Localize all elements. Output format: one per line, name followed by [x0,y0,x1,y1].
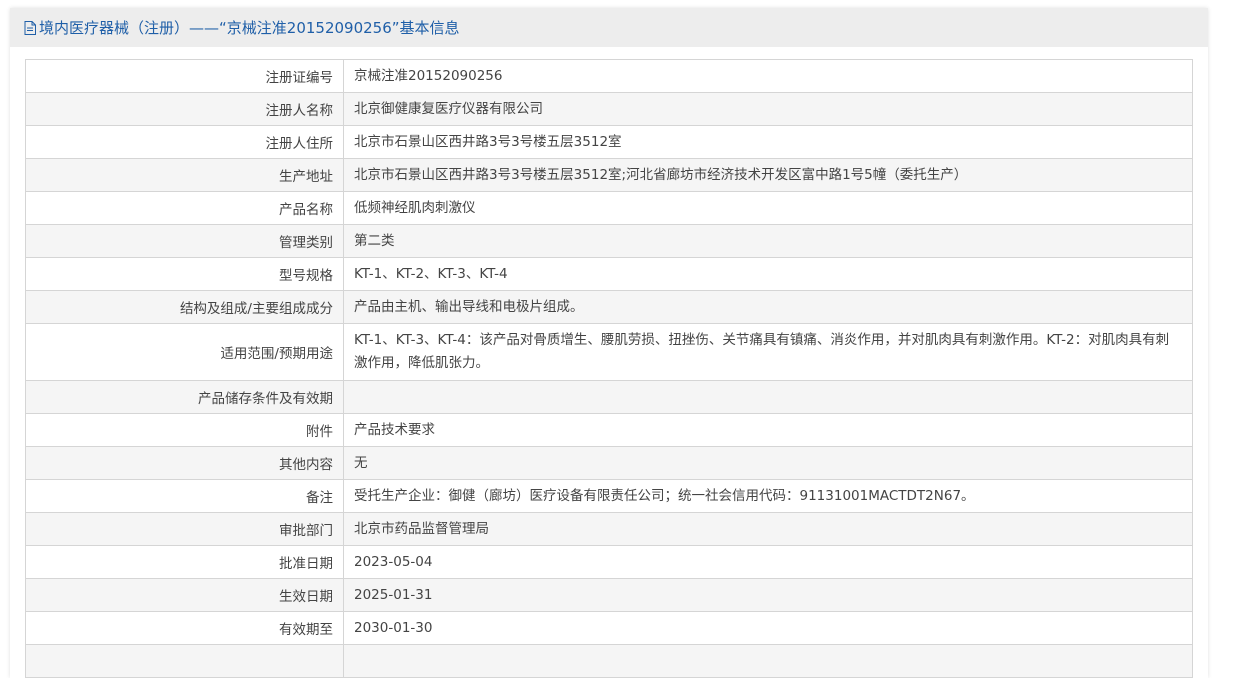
field-label: 型号规格 [25,257,344,291]
panel-header: 境内医疗器械（注册）——“京械注准20152090256”基本信息 [10,8,1208,47]
table-row: 备注 受托生产企业：御健（廊坊）医疗设备有限责任公司；统一社会信用代码：9113… [25,479,1193,513]
field-value [343,380,1193,414]
table-row [25,644,1193,678]
field-value: 第二类 [343,224,1193,258]
table-row: 批准日期 2023-05-04 [25,545,1193,579]
field-label: 有效期至 [25,611,344,645]
table-row: 生产地址 北京市石景山区西井路3号3号楼五层3512室;河北省廊坊市经济技术开发… [25,158,1193,192]
info-panel: 境内医疗器械（注册）——“京械注准20152090256”基本信息 注册证编号 … [10,8,1208,678]
field-value [343,644,1193,678]
field-value: 2025-01-31 [343,578,1193,612]
field-value: 无 [343,446,1193,480]
field-label: 备注 [25,479,344,513]
table-row: 审批部门 北京市药品监督管理局 [25,512,1193,546]
field-value: 2023-05-04 [343,545,1193,579]
table-row: 型号规格 KT-1、KT-2、KT-3、KT-4 [25,257,1193,291]
field-label: 产品储存条件及有效期 [25,380,344,414]
field-value: 受托生产企业：御健（廊坊）医疗设备有限责任公司；统一社会信用代码：9113100… [343,479,1193,513]
table-row: 附件 产品技术要求 [25,413,1193,447]
field-value: 北京市药品监督管理局 [343,512,1193,546]
info-table: 注册证编号 京械注准20152090256 注册人名称 北京御健康复医疗仪器有限… [25,59,1193,678]
field-label: 生效日期 [25,578,344,612]
field-value: 北京市石景山区西井路3号3号楼五层3512室 [343,125,1193,159]
field-value: 2030-01-30 [343,611,1193,645]
field-label: 附件 [25,413,344,447]
field-label [25,644,344,678]
field-value: 低频神经肌肉刺激仪 [343,191,1193,225]
field-label: 生产地址 [25,158,344,192]
field-value: KT-1、KT-2、KT-3、KT-4 [343,257,1193,291]
field-label: 批准日期 [25,545,344,579]
table-row: 适用范围/预期用途 KT-1、KT-3、KT-4：该产品对骨质增生、腰肌劳损、扭… [25,323,1193,381]
table-row: 产品储存条件及有效期 [25,380,1193,414]
field-label: 产品名称 [25,191,344,225]
table-row: 有效期至 2030-01-30 [25,611,1193,645]
field-label: 审批部门 [25,512,344,546]
document-icon [24,20,36,35]
field-value: 北京市石景山区西井路3号3号楼五层3512室;河北省廊坊市经济技术开发区富中路1… [343,158,1193,192]
field-label: 其他内容 [25,446,344,480]
table-row: 注册人名称 北京御健康复医疗仪器有限公司 [25,92,1193,126]
field-value: 产品技术要求 [343,413,1193,447]
table-row: 管理类别 第二类 [25,224,1193,258]
table-row: 注册人住所 北京市石景山区西井路3号3号楼五层3512室 [25,125,1193,159]
field-label: 注册人名称 [25,92,344,126]
field-value: 产品由主机、输出导线和电极片组成。 [343,290,1193,324]
field-label: 结构及组成/主要组成成分 [25,290,344,324]
field-value: KT-1、KT-3、KT-4：该产品对骨质增生、腰肌劳损、扭挫伤、关节痛具有镇痛… [343,323,1193,381]
table-row: 产品名称 低频神经肌肉刺激仪 [25,191,1193,225]
table-row: 其他内容 无 [25,446,1193,480]
table-row: 注册证编号 京械注准20152090256 [25,59,1193,93]
field-label: 注册证编号 [25,59,344,93]
table-row: 结构及组成/主要组成成分 产品由主机、输出导线和电极片组成。 [25,290,1193,324]
field-value: 北京御健康复医疗仪器有限公司 [343,92,1193,126]
field-label: 注册人住所 [25,125,344,159]
table-row: 生效日期 2025-01-31 [25,578,1193,612]
field-label: 管理类别 [25,224,344,258]
field-value: 京械注准20152090256 [343,59,1193,93]
info-table-wrapper: 注册证编号 京械注准20152090256 注册人名称 北京御健康复医疗仪器有限… [25,59,1193,678]
field-label: 适用范围/预期用途 [25,323,344,381]
page-title: 境内医疗器械（注册）——“京械注准20152090256”基本信息 [39,19,460,37]
